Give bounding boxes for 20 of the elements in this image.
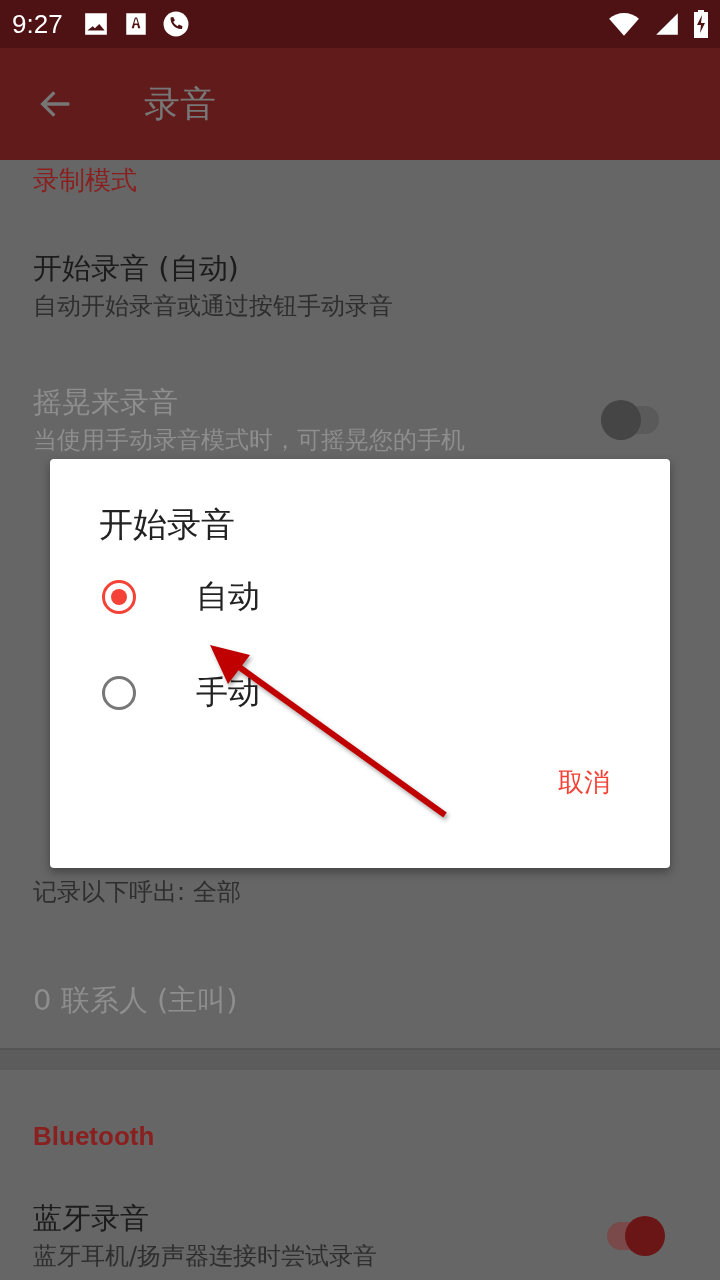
section-header: 录制模式 [32,164,138,197]
wifi-icon [608,11,640,37]
setting-summary: 记录以下呼出: 全部 [33,877,242,908]
screen-title: 录音 [144,81,216,126]
dialog-title: 开始录音 [98,503,236,546]
radio-button[interactable] [102,580,136,614]
cancel-button[interactable]: 取消 [538,755,630,810]
radio-button[interactable] [102,676,136,710]
status-time: 9:27 [12,8,63,40]
image-icon [82,11,109,37]
setting-summary: 蓝牙耳机/扬声器连接时尝试录音 [33,1241,379,1272]
radio-option[interactable]: 手动 [50,645,670,741]
phone-icon [162,11,189,37]
radio-option[interactable]: 自动 [50,549,670,645]
setting-summary: 自动开始录音或通过按钮手动录音 [33,291,394,322]
battery-icon [694,10,708,38]
setting-title[interactable]: 开始录音 (自动) [33,248,665,288]
section-header: Bluetooth [32,1120,156,1153]
signal-icon [654,11,680,37]
setting-title[interactable]: 蓝牙录音 [33,1198,601,1238]
